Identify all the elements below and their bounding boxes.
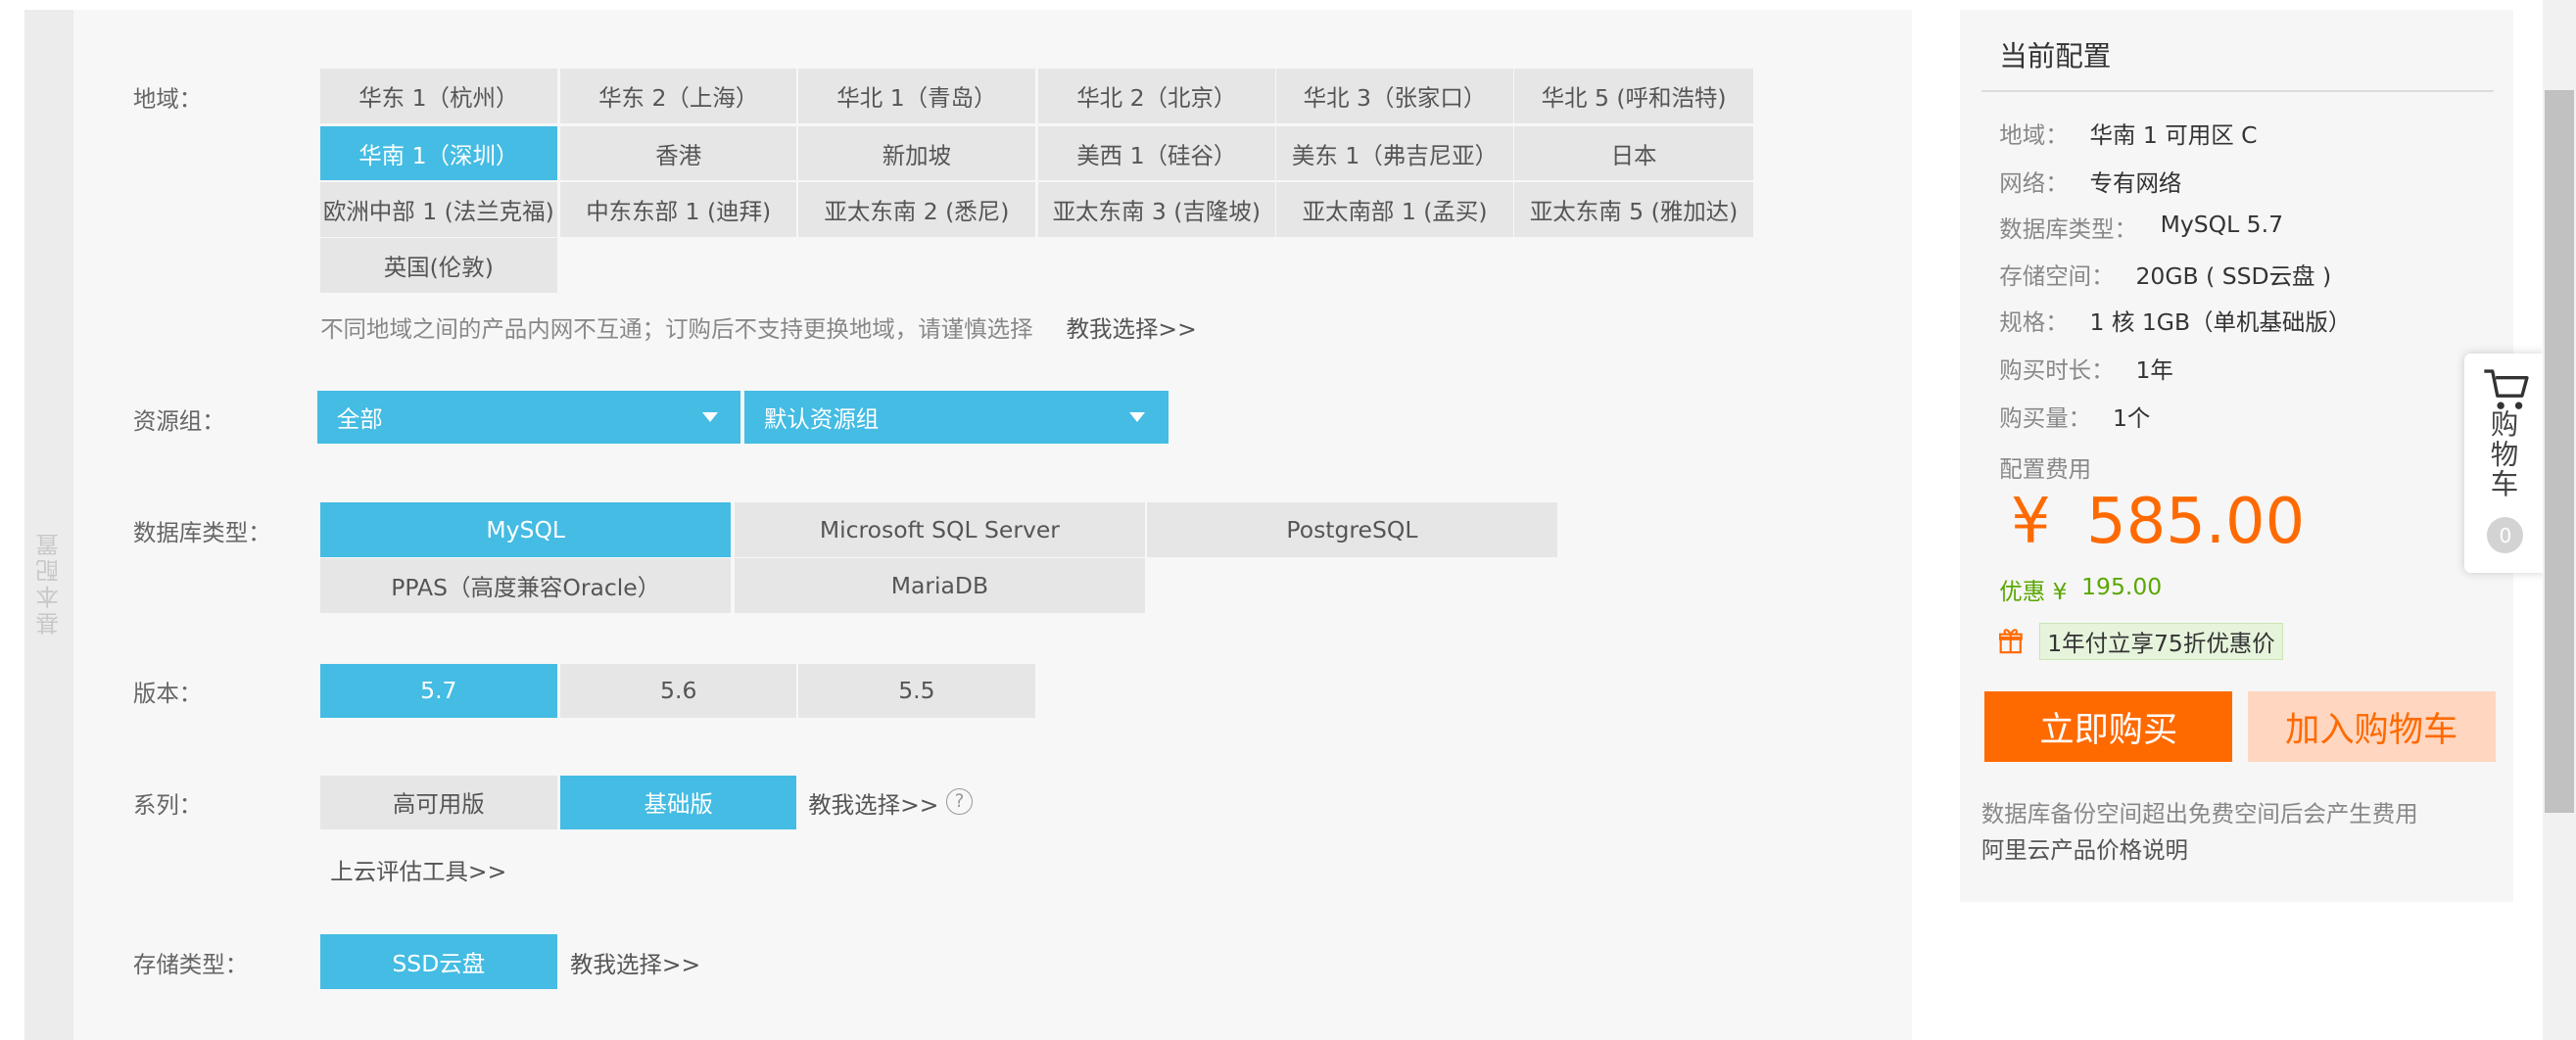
region-option[interactable]: 华北 5 (呼和浩特): [1514, 69, 1753, 123]
summary-value: 华南 1 可用区 C: [2089, 121, 2258, 150]
cloud-eval-tool-link[interactable]: 上云评估工具>>: [330, 853, 506, 886]
region-option[interactable]: 日本: [1514, 126, 1753, 181]
promo-badge: 1年付立享75折优惠价: [2038, 622, 2284, 661]
region-option[interactable]: 华北 1（青岛）: [798, 69, 1035, 123]
version-label: 版本：: [132, 680, 203, 708]
add-to-cart-button[interactable]: 加入购物车: [2247, 691, 2496, 763]
summary-key: 数据库类型：: [1999, 214, 2138, 243]
region-option[interactable]: 香港: [559, 126, 797, 181]
summary-value: 20GB ( SSD云盘 ): [2135, 262, 2332, 291]
db-type-option[interactable]: MariaDB: [734, 558, 1146, 613]
db-type-option[interactable]: Microsoft SQL Server: [734, 502, 1146, 557]
region-option[interactable]: 英国(伦敦): [320, 238, 557, 293]
summary-key: 规格：: [1999, 308, 2069, 337]
region-option[interactable]: 美东 1（弗吉尼亚）: [1276, 126, 1513, 181]
cart-icon[interactable]: [2481, 366, 2530, 412]
summary-key: 购买时长：: [1999, 355, 2115, 384]
chevron-down-icon: [701, 411, 718, 422]
series-option-selected[interactable]: 基础版: [559, 775, 797, 830]
discount-label: 优惠 ¥: [1999, 578, 2068, 606]
region-option[interactable]: 亚太东南 5 (雅加达): [1514, 182, 1753, 237]
help-circle-icon[interactable]: ?: [946, 788, 973, 815]
version-option[interactable]: 5.6: [559, 663, 797, 718]
resource-group-select-all[interactable]: 全部: [316, 391, 741, 444]
series-label: 系列：: [132, 791, 203, 820]
summary-key: 网络：: [1999, 168, 2069, 197]
version-option-selected[interactable]: 5.7: [320, 663, 557, 718]
backup-fee-note: 数据库备份空间超出免费空间后会产生费用: [1980, 799, 2418, 827]
storage-help-link[interactable]: 教我选择>>: [570, 946, 700, 979]
discount-value: 195.00: [2081, 573, 2163, 601]
summary-value: 1 核 1GB（单机基础版）: [2089, 308, 2352, 337]
cart-label-char: 车: [2490, 467, 2519, 500]
currency-symbol: ¥: [2011, 486, 2051, 559]
cart-label: 购 物 车: [2464, 410, 2545, 509]
region-option[interactable]: 美西 1（硅谷）: [1038, 126, 1275, 181]
summary-value: 1年: [2135, 355, 2173, 384]
resource-group-label: 资源组：: [132, 406, 225, 435]
summary-key: 地域：: [1999, 121, 2069, 150]
region-option[interactable]: 中东东部 1 (迪拜): [559, 182, 797, 237]
region-option[interactable]: 华东 2（上海）: [559, 69, 797, 123]
region-option[interactable]: 亚太南部 1 (孟买): [1276, 182, 1513, 237]
summary-value: MySQL 5.7: [2160, 210, 2284, 238]
region-note: 不同地域之间的产品内网不互通；订购后不支持更换地域，请谨慎选择: [320, 315, 1033, 343]
storage-label: 存储类型：: [132, 951, 249, 979]
price-value: 585.00: [2086, 486, 2306, 559]
storage-option-selected[interactable]: SSD云盘: [320, 934, 557, 989]
region-option[interactable]: 亚太东南 2 (悉尼): [798, 182, 1035, 237]
series-help-link[interactable]: 教我选择>>: [808, 786, 938, 820]
region-option[interactable]: 新加坡: [798, 126, 1035, 181]
fee-label: 配置费用: [1999, 454, 2092, 483]
resource-group-select-default[interactable]: 默认资源组: [743, 391, 1169, 444]
scrollbar-thumb[interactable]: [2545, 90, 2575, 814]
gift-icon: [1999, 629, 2023, 653]
region-option[interactable]: 华北 2（北京）: [1038, 69, 1275, 123]
summary-value: 专有网络: [2089, 168, 2182, 197]
db-type-option-selected[interactable]: MySQL: [320, 502, 732, 557]
summary-title: 当前配置: [1999, 40, 2112, 73]
summary-key: 存储空间：: [1999, 262, 2115, 291]
region-option[interactable]: 华东 1（杭州）: [320, 69, 557, 123]
region-label: 地域：: [132, 85, 203, 114]
region-option[interactable]: 欧洲中部 1 (法兰克福): [320, 182, 557, 237]
region-help-link[interactable]: 教我选择>>: [1067, 310, 1197, 344]
resource-group-select-default-value: 默认资源组: [763, 405, 880, 434]
region-option[interactable]: 华北 3（张家口）: [1276, 69, 1513, 123]
db-type-label: 数据库类型：: [132, 518, 271, 546]
cart-label-char: 物: [2490, 438, 2519, 471]
section-label: 基本配置: [35, 530, 64, 637]
buy-now-button[interactable]: 立即购买: [1984, 691, 2233, 763]
series-option[interactable]: 高可用版: [320, 775, 557, 830]
region-option[interactable]: 亚太东南 3 (吉隆坡): [1038, 182, 1275, 237]
db-type-option[interactable]: PostgreSQL: [1146, 502, 1558, 557]
chevron-down-icon: [1129, 411, 1146, 422]
db-type-option[interactable]: PPAS（高度兼容Oracle）: [320, 558, 732, 613]
cart-label-char: 购: [2490, 408, 2519, 442]
pricing-info-link[interactable]: 阿里云产品价格说明: [1981, 831, 2188, 865]
summary-key: 购买量：: [1999, 403, 2092, 432]
region-option-selected[interactable]: 华南 1（深圳）: [320, 126, 557, 181]
summary-value: 1个: [2113, 403, 2151, 432]
version-option[interactable]: 5.5: [798, 663, 1035, 718]
resource-group-select-all-value: 全部: [336, 405, 383, 434]
summary-divider: [1980, 90, 2495, 92]
